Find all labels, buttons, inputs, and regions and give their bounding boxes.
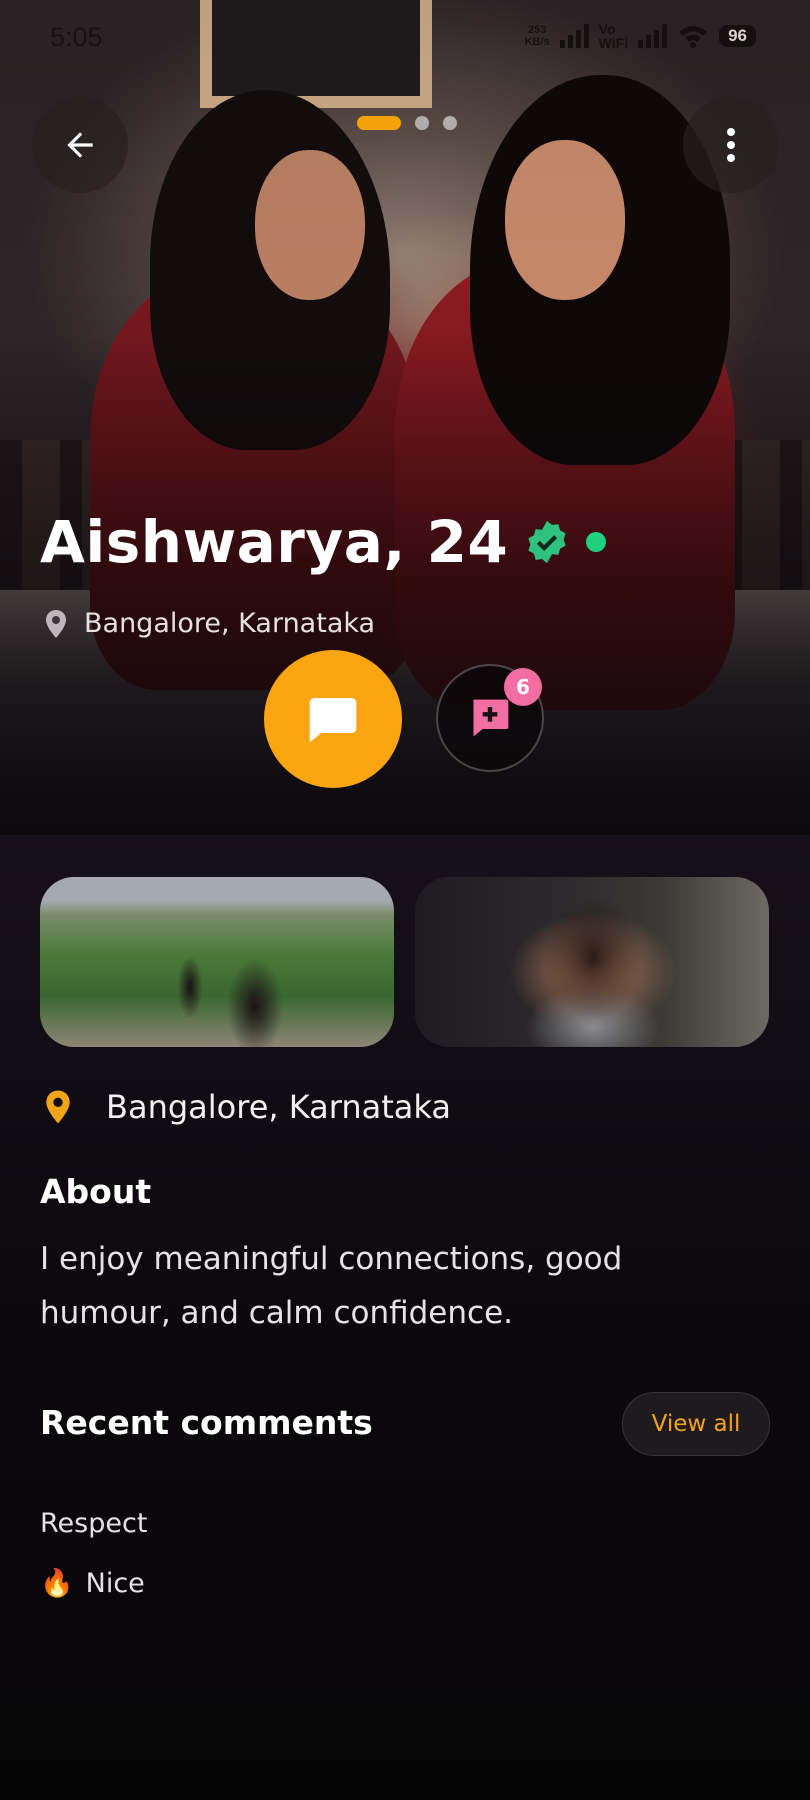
signal-icon — [559, 24, 589, 48]
location-pin-icon — [46, 1090, 70, 1124]
more-options-button[interactable] — [683, 97, 779, 193]
comment-item: 🔥 Nice — [40, 1567, 145, 1600]
about-text: I enjoy meaningful connections, good hum… — [40, 1241, 623, 1331]
status-icons: 253 KB/s Vo WiFi 96 — [525, 22, 756, 50]
verified-badge-icon — [528, 520, 566, 564]
comment-item: Respect — [40, 1508, 147, 1539]
back-button[interactable] — [32, 97, 128, 193]
chat-button[interactable] — [264, 650, 402, 788]
gallery-photo-gym[interactable] — [415, 877, 769, 1047]
online-status-dot — [586, 532, 607, 552]
comment-text: Respect — [40, 1508, 148, 1539]
photo-page-indicator — [357, 116, 457, 130]
recent-comments-heading: Recent comments — [40, 1403, 373, 1442]
vowifi-label: Vo WiFi — [598, 21, 629, 51]
add-comment-icon — [473, 699, 509, 737]
network-speed: 253 KB/s — [524, 24, 550, 48]
hero-location-text: Bangalore, Karnataka — [84, 608, 376, 639]
page-dot-active[interactable] — [357, 116, 401, 130]
wifi-icon — [679, 26, 708, 48]
about-heading: About — [40, 1172, 152, 1211]
signal-icon-2 — [638, 24, 668, 48]
hero-location: Bangalore, Karnataka — [44, 608, 375, 639]
chat-icon — [309, 698, 357, 743]
profile-name-row: Aishwarya, 24 — [40, 508, 607, 576]
back-arrow-icon — [67, 132, 93, 158]
status-time: 5:05 — [50, 22, 103, 52]
more-vert-icon — [727, 128, 735, 162]
view-all-comments-button[interactable]: View all — [622, 1392, 770, 1456]
profile-name: Aishwarya, 24 — [40, 508, 509, 576]
profile-location-text: Bangalore, Karnataka — [106, 1088, 451, 1126]
battery-indicator: 96 — [719, 25, 756, 47]
profile-location: Bangalore, Karnataka — [44, 1088, 451, 1126]
comment-text: Nice — [85, 1567, 145, 1599]
gallery-photo-hiking[interactable] — [40, 877, 394, 1047]
page-dot[interactable] — [443, 116, 457, 130]
location-pin-icon — [46, 609, 66, 638]
comment-count-badge: 6 — [504, 668, 542, 706]
fire-emoji-icon: 🔥 — [40, 1568, 74, 1599]
page-dot[interactable] — [415, 116, 429, 130]
